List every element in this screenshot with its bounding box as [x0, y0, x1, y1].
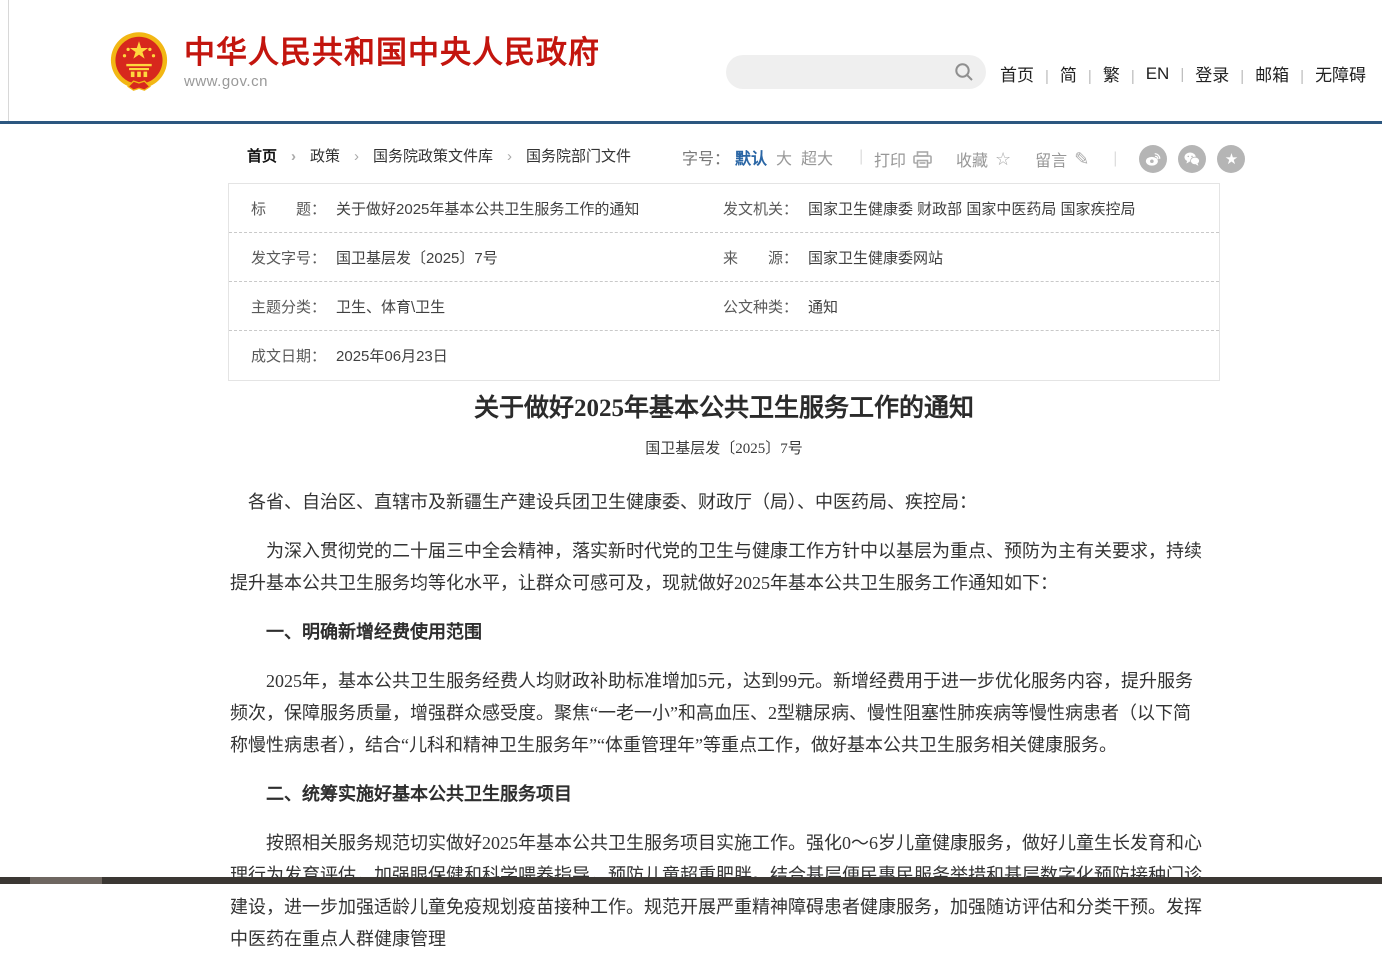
weibo-icon[interactable] — [1139, 145, 1167, 173]
nav-english[interactable]: EN — [1146, 64, 1196, 84]
salutation-paragraph: 各省、自治区、直辖市及新疆生产建设兵团卫生健康委、财政厅（局）、中医药局、疾控局… — [230, 486, 1202, 518]
article: 关于做好2025年基本公共卫生服务工作的通知 国卫基层发〔2025〕7号 各省、… — [228, 393, 1220, 972]
meta-label-docnumber: 发文字号： — [251, 247, 326, 268]
intro-paragraph: 为深入贯彻党的二十届三中全会精神，落实新时代党的卫生与健康工作方针中以基层为重点… — [230, 535, 1202, 599]
section2-paragraph: 按照相关服务规范切实做好2025年基本公共卫生服务项目实施工作。强化0～6岁儿童… — [230, 827, 1202, 955]
meta-value-category: 卫生、体育\卫生 — [336, 296, 445, 317]
breadcrumb-home[interactable]: 首页 — [247, 145, 310, 166]
nav-home[interactable]: 首页 — [1000, 61, 1060, 86]
site-logo[interactable]: 中华人民共和国中央人民政府 www.gov.cn — [110, 30, 600, 96]
site-title: 中华人民共和国中央人民政府 — [184, 36, 600, 70]
meta-label-issuer: 发文机关： — [723, 198, 798, 219]
breadcrumb-dept-docs[interactable]: 国务院部门文件 — [526, 145, 631, 166]
search-icon[interactable] — [954, 62, 974, 87]
star-glyph: ★ — [1225, 152, 1238, 167]
site-url: www.gov.cn — [184, 73, 600, 90]
pencil-icon: ✎ — [1074, 149, 1089, 170]
search-input[interactable] — [742, 55, 942, 89]
site-header: 中华人民共和国中央人民政府 www.gov.cn 首页 简 繁 EN 登录 邮箱… — [0, 0, 1382, 124]
meta-value-date: 2025年06月23日 — [336, 345, 448, 366]
favorite-label: 收藏 — [956, 147, 988, 171]
page-toolbar: 首页 政策 国务院政策文件库 国务院部门文件 字号： 默认 大 超大 | 打印 … — [0, 140, 1382, 170]
top-nav: 首页 简 繁 EN 登录 邮箱 无障碍 — [1000, 61, 1366, 86]
meta-value-docnumber: 国卫基层发〔2025〕7号 — [336, 247, 498, 268]
qzone-star-icon[interactable]: ★ — [1217, 145, 1245, 173]
section1-heading: 一、明确新增经费使用范围 — [230, 616, 1202, 648]
star-icon: ☆ — [995, 149, 1011, 170]
search-box[interactable] — [726, 55, 986, 89]
nav-mailbox[interactable]: 邮箱 — [1255, 61, 1315, 86]
meta-label-category: 主题分类： — [251, 296, 326, 317]
meta-value-issuer: 国家卫生健康委 财政部 国家中医药局 国家疾控局 — [808, 198, 1136, 219]
breadcrumb-policy-library[interactable]: 国务院政策文件库 — [373, 145, 526, 166]
divider: | — [859, 148, 863, 166]
article-actions: 打印 收藏 ☆ 留言 ✎ | — [874, 145, 1256, 173]
font-size-default[interactable]: 默认 — [735, 145, 767, 169]
nav-login[interactable]: 登录 — [1195, 61, 1255, 86]
meta-value-title: 关于做好2025年基本公共卫生服务工作的通知 — [336, 198, 639, 219]
wechat-icon[interactable] — [1178, 145, 1206, 173]
meta-label-title: 标 题： — [251, 198, 326, 219]
document-meta-table: 标 题： 关于做好2025年基本公共卫生服务工作的通知 发文机关： 国家卫生健康… — [228, 183, 1220, 381]
meta-value-source: 国家卫生健康委网站 — [808, 247, 943, 268]
print-label: 打印 — [874, 147, 906, 171]
meta-row-title: 标 题： 关于做好2025年基本公共卫生服务工作的通知 发文机关： 国家卫生健康… — [229, 184, 1219, 233]
divider: | — [1113, 150, 1117, 168]
section1-paragraph: 2025年，基本公共卫生服务经费人均财政补助标准增加5元，达到99元。新增经费用… — [230, 665, 1202, 761]
font-size-xlarge[interactable]: 超大 — [801, 145, 833, 169]
breadcrumb: 首页 政策 国务院政策文件库 国务院部门文件 — [247, 145, 631, 166]
meta-row-docnumber: 发文字号： 国卫基层发〔2025〕7号 来 源： 国家卫生健康委网站 — [229, 233, 1219, 282]
national-emblem-icon — [110, 30, 168, 96]
print-button[interactable]: 打印 — [874, 147, 932, 171]
meta-label-source: 来 源： — [723, 247, 798, 268]
font-size-label: 字号： — [682, 145, 730, 169]
font-size-control: 字号： 默认 大 超大 | — [682, 145, 863, 169]
share-buttons: ★ — [1139, 145, 1256, 173]
meta-value-doctype: 通知 — [808, 296, 838, 317]
bottom-bar-segment — [30, 877, 102, 884]
logo-text: 中华人民共和国中央人民政府 www.gov.cn — [184, 36, 600, 90]
document-number: 国卫基层发〔2025〕7号 — [228, 437, 1220, 458]
bottom-window-bar — [0, 877, 1382, 884]
document-title: 关于做好2025年基本公共卫生服务工作的通知 — [228, 393, 1220, 425]
nav-traditional[interactable]: 繁 — [1103, 61, 1146, 86]
meta-row-category: 主题分类： 卫生、体育\卫生 公文种类： 通知 — [229, 282, 1219, 331]
window-edge-line — [8, 0, 9, 121]
meta-label-date: 成文日期： — [251, 345, 326, 366]
meta-row-date: 成文日期： 2025年06月23日 — [229, 331, 1219, 380]
document-body: 各省、自治区、直辖市及新疆生产建设兵团卫生健康委、财政厅（局）、中医药局、疾控局… — [230, 486, 1202, 955]
comment-label: 留言 — [1035, 147, 1067, 171]
printer-icon — [913, 151, 932, 168]
comment-button[interactable]: 留言 ✎ — [1035, 147, 1089, 171]
nav-simplified[interactable]: 简 — [1060, 61, 1103, 86]
nav-accessibility[interactable]: 无障碍 — [1315, 61, 1366, 86]
meta-label-doctype: 公文种类： — [723, 296, 798, 317]
font-size-large[interactable]: 大 — [776, 145, 792, 169]
favorite-button[interactable]: 收藏 ☆ — [956, 147, 1011, 171]
section2-heading: 二、统筹实施好基本公共卫生服务项目 — [230, 778, 1202, 810]
breadcrumb-policy[interactable]: 政策 — [310, 145, 373, 166]
